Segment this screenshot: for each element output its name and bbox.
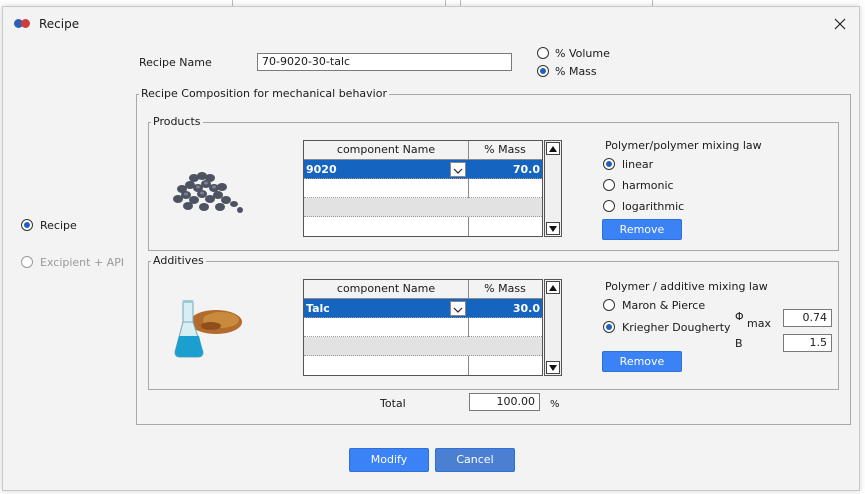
- phi-symbol: Φ: [735, 310, 744, 323]
- products-row-1[interactable]: 9020 70.0: [304, 160, 542, 179]
- nav-excipient-label: Excipient + API: [40, 256, 125, 269]
- triangle-down-icon: [549, 365, 557, 371]
- b-label: B: [735, 337, 743, 350]
- products-row-4[interactable]: [304, 217, 542, 236]
- additives-row-1-mass[interactable]: 30.0: [470, 302, 540, 315]
- phi-max-input[interactable]: 0.74: [783, 309, 832, 327]
- total-label: Total: [380, 397, 406, 410]
- law-kriegher-dougherty-label: Kriegher Dougherty: [622, 321, 731, 334]
- additives-row-1-name[interactable]: Talc: [306, 302, 330, 315]
- products-row-1-name[interactable]: 9020: [306, 163, 337, 176]
- volume-radio-label: % Volume: [555, 47, 610, 60]
- triangle-down-icon: [549, 226, 557, 232]
- chevron-down-icon: [453, 307, 463, 313]
- additives-row-2[interactable]: [304, 318, 542, 337]
- products-group-title: Products: [151, 115, 203, 128]
- products-row-3[interactable]: [304, 198, 542, 217]
- nav-excipient-radio[interactable]: [21, 256, 33, 268]
- scroll-down-button[interactable]: [546, 361, 560, 374]
- additives-row-1[interactable]: Talc 30.0: [304, 299, 542, 318]
- mass-radio[interactable]: [537, 65, 549, 77]
- additives-row-4[interactable]: [304, 356, 542, 375]
- recipe-dialog: Recipe Recipe Name 70-9020-30-talc % Vol…: [2, 6, 860, 491]
- products-col-mass-header[interactable]: % Mass: [468, 141, 542, 160]
- law-kriegher-dougherty-radio[interactable]: [603, 321, 615, 333]
- total-unit: %: [550, 399, 560, 410]
- law-logarithmic-label: logarithmic: [622, 200, 685, 213]
- mass-radio-label: % Mass: [555, 65, 597, 78]
- triangle-up-icon: [549, 285, 557, 291]
- nav-recipe-radio[interactable]: [21, 219, 33, 231]
- flask-powder-image: [174, 300, 242, 358]
- b-input[interactable]: 1.5: [783, 334, 832, 352]
- recipe-name-label: Recipe Name: [139, 56, 212, 69]
- additives-scrollbar[interactable]: [544, 279, 562, 376]
- total-input: 100.00: [469, 393, 540, 411]
- products-row-1-dropdown[interactable]: [450, 162, 466, 177]
- products-row-1-mass[interactable]: 70.0: [470, 163, 540, 176]
- additives-row-1-dropdown[interactable]: [450, 301, 466, 316]
- pellets-image: [173, 172, 243, 213]
- law-maron-pierce-label: Maron & Pierce: [622, 299, 706, 312]
- law-linear-radio[interactable]: [603, 158, 615, 170]
- recipe-name-input[interactable]: 70-9020-30-talc: [257, 53, 512, 71]
- additives-col-name-header[interactable]: component Name: [304, 280, 468, 299]
- products-scrollbar[interactable]: [544, 140, 562, 237]
- scroll-up-button[interactable]: [546, 142, 560, 155]
- products-row-2[interactable]: [304, 179, 542, 198]
- cancel-button[interactable]: Cancel: [435, 448, 515, 472]
- additives-grid[interactable]: component Name % Mass Talc 30.0: [303, 279, 543, 376]
- law-logarithmic-radio[interactable]: [603, 200, 615, 212]
- additives-remove-button[interactable]: Remove: [602, 351, 682, 372]
- close-icon: [834, 18, 846, 30]
- chevron-down-icon: [453, 168, 463, 174]
- additives-col-mass-header[interactable]: % Mass: [468, 280, 542, 299]
- close-button[interactable]: [829, 13, 851, 35]
- triangle-up-icon: [549, 146, 557, 152]
- composition-group-title: Recipe Composition for mechanical behavi…: [139, 87, 389, 100]
- phi-subscript: max: [747, 317, 771, 330]
- modify-button[interactable]: Modify: [349, 448, 429, 472]
- products-col-name-header[interactable]: component Name: [304, 141, 468, 160]
- additives-group-title: Additives: [151, 254, 206, 267]
- window-title: Recipe: [39, 17, 80, 31]
- scroll-up-button[interactable]: [546, 281, 560, 294]
- law-harmonic-label: harmonic: [622, 179, 674, 192]
- law-linear-label: linear: [622, 158, 654, 171]
- products-grid[interactable]: component Name % Mass 9020 70.0: [303, 140, 543, 237]
- title-bar: Recipe: [3, 7, 859, 43]
- products-remove-button[interactable]: Remove: [602, 219, 682, 240]
- additives-row-3[interactable]: [304, 337, 542, 356]
- additive-law-title: Polymer / additive mixing law: [605, 280, 768, 293]
- scroll-down-button[interactable]: [546, 222, 560, 235]
- law-maron-pierce-radio[interactable]: [603, 299, 615, 311]
- polymer-law-title: Polymer/polymer mixing law: [605, 139, 762, 152]
- law-harmonic-radio[interactable]: [603, 179, 615, 191]
- volume-radio[interactable]: [537, 47, 549, 59]
- nav-recipe-label: Recipe: [40, 219, 77, 232]
- app-logo-icon: [14, 19, 32, 29]
